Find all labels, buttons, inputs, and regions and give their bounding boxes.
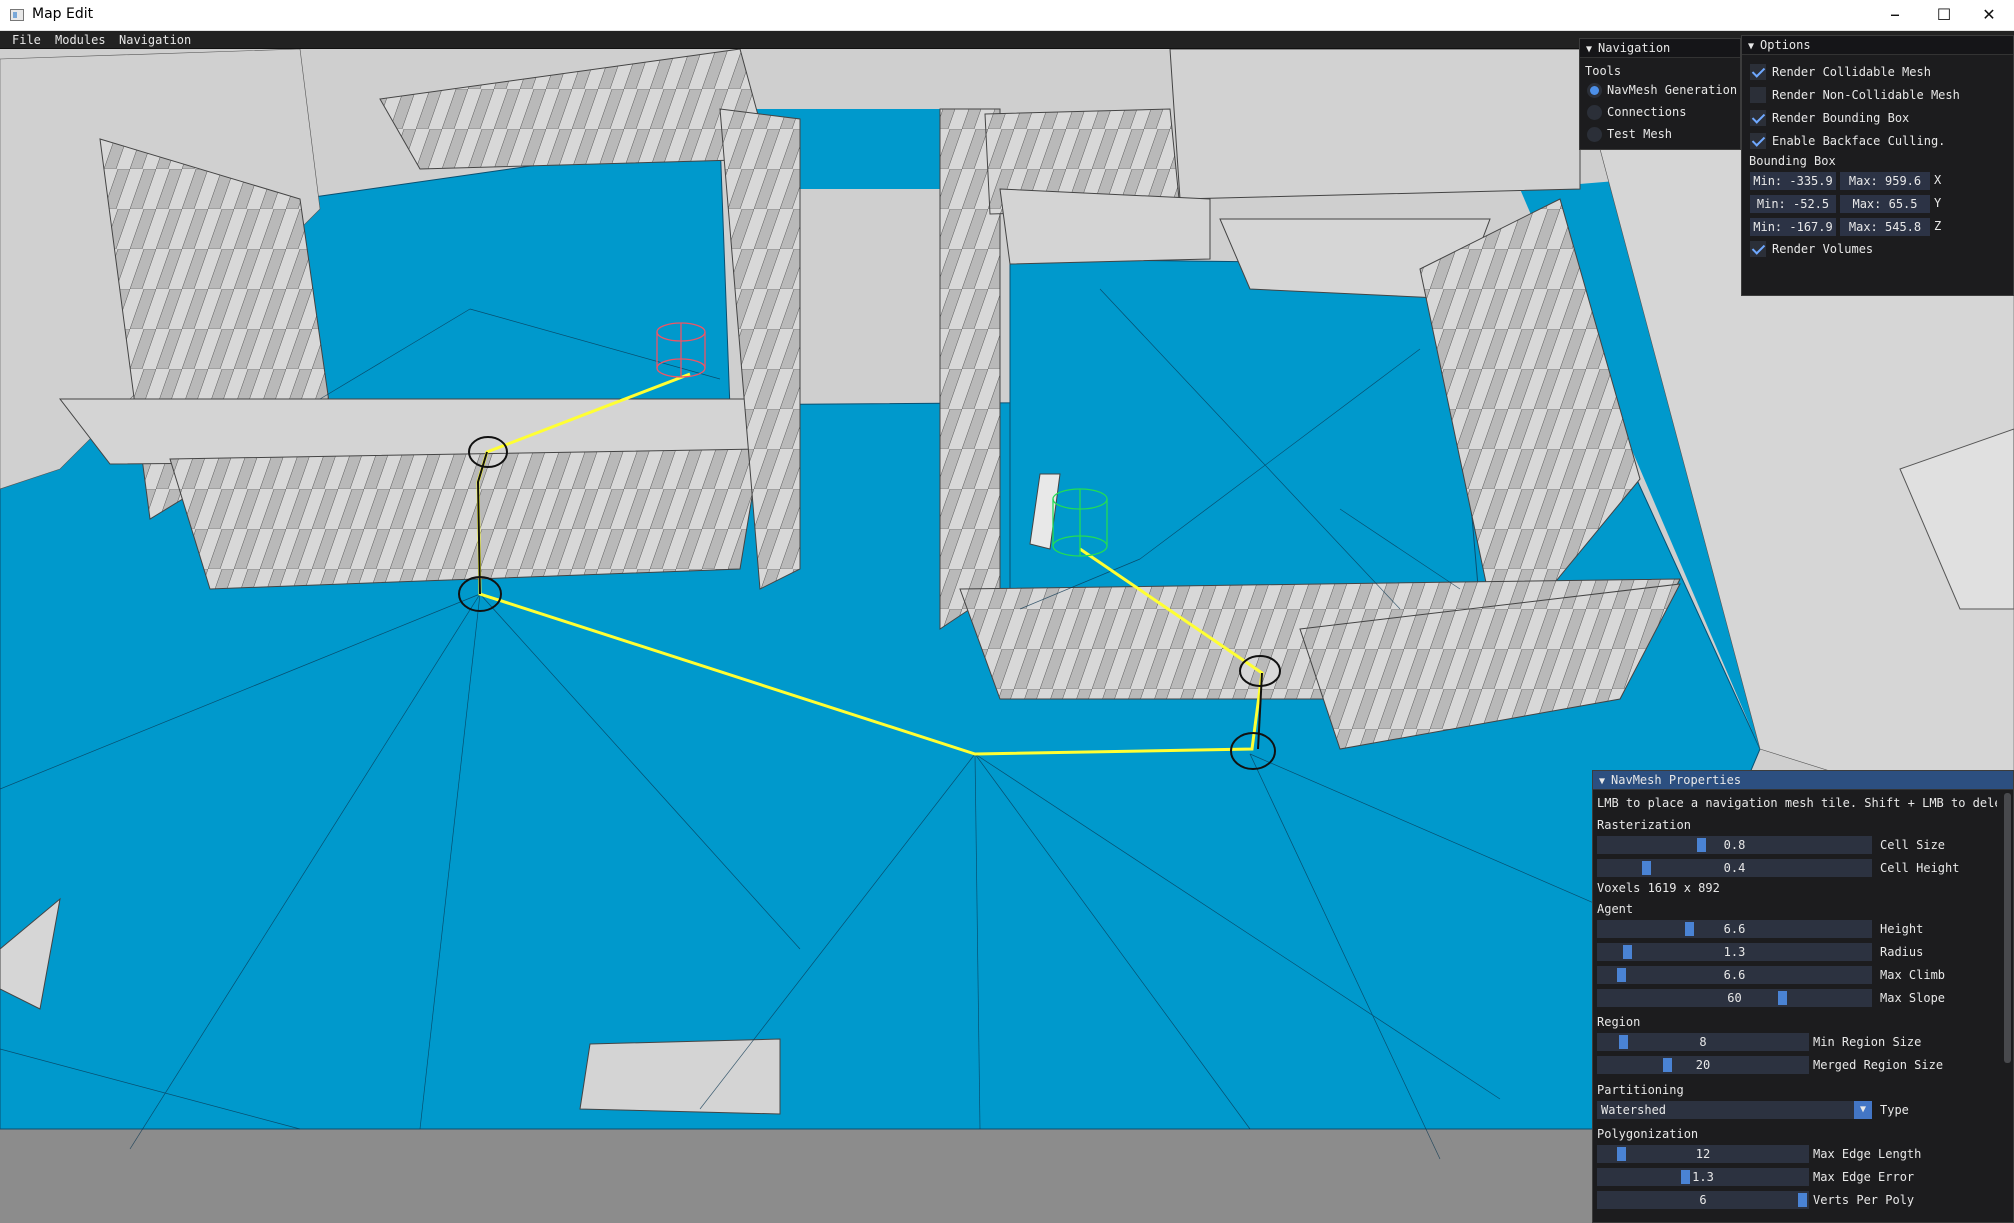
window-titlebar: Map Edit – ☐ ✕ [0,0,2014,31]
max-edge-length-slider[interactable]: 12 [1597,1145,1809,1163]
tools-label: Tools [1585,64,1622,78]
cell-height-label: Cell Height [1880,861,1960,875]
checkbox-backface-culling[interactable] [1750,133,1766,149]
cell-size-label: Cell Size [1880,838,1946,852]
verts-per-poly-slider[interactable]: 6 [1597,1191,1809,1209]
min-region-size-value: 8 [1699,1035,1707,1049]
navmesh-hint-text: LMB to place a navigation mesh tile. Shi… [1597,796,1997,810]
radio-navmesh-generation[interactable] [1587,83,1602,98]
tool-label-navmesh-generation: NavMesh Generation [1607,83,1738,97]
options-panel: ▼ Options Render Collidable Mesh Render N… [1741,35,2014,296]
agent-radius-label: Radius [1880,945,1924,959]
max-climb-slider[interactable]: 6.6 [1597,966,1872,984]
max-edge-error-value: 1.3 [1692,1170,1714,1184]
agent-radius-value: 1.3 [1723,945,1746,959]
axis-label-y: Y [1934,196,1942,210]
label-render-bounding-box: Render Bounding Box [1772,111,1910,125]
bounding-box-label: Bounding Box [1749,154,1836,168]
bbox-min-y-field[interactable]: Min: -52.5 [1750,195,1836,213]
checkbox-render-volumes[interactable] [1750,241,1766,257]
verts-per-poly-label: Verts Per Poly [1813,1193,1915,1207]
partitioning-type-value: Watershed [1601,1103,1667,1117]
bbox-min-z-field[interactable]: Min: -167.9 [1750,218,1836,236]
partitioning-type-dropdown[interactable]: Watershed ▼ [1597,1101,1872,1119]
bbox-max-x-field[interactable]: Max: 959.6 [1840,172,1930,190]
max-edge-error-slider[interactable]: 1.3 [1597,1168,1809,1186]
rasterization-label: Rasterization [1597,818,1691,832]
checkbox-render-non-collidable-mesh[interactable] [1750,87,1766,103]
axis-label-z: Z [1934,219,1942,233]
max-climb-label: Max Climb [1880,968,1946,982]
axis-label-x: X [1934,173,1942,187]
checkbox-render-collidable-mesh[interactable] [1750,64,1766,80]
collapse-arrow-icon[interactable]: ▼ [1748,37,1754,56]
cell-size-value: 0.8 [1723,838,1746,852]
label-backface-culling: Enable Backface Culling. [1772,134,1946,148]
agent-height-slider[interactable]: 6.6 [1597,920,1872,938]
label-render-volumes: Render Volumes [1772,242,1874,256]
checkbox-render-bounding-box[interactable] [1750,110,1766,126]
max-slope-label: Max Slope [1880,991,1946,1005]
app-icon [10,9,24,21]
menu-file[interactable]: File [12,33,41,47]
min-region-size-slider[interactable]: 8 [1597,1033,1809,1051]
max-slope-value: 60 [1727,991,1742,1005]
minimize-button[interactable]: – [1872,0,1918,31]
tool-label-test-mesh: Test Mesh [1607,127,1673,141]
cell-height-value: 0.4 [1723,861,1746,875]
merged-region-size-value: 20 [1695,1058,1711,1072]
chevron-down-icon[interactable]: ▼ [1854,1101,1872,1119]
label-render-non-collidable-mesh: Render Non-Collidable Mesh [1772,88,1960,102]
navigation-panel-title-text: Navigation [1598,41,1671,55]
navmesh-properties-panel: ▼ NavMesh Properties LMB to place a navig… [1592,770,2014,1223]
radio-connections[interactable] [1587,105,1602,120]
max-climb-value: 6.6 [1723,968,1746,982]
cell-height-slider[interactable]: 0.4 [1597,859,1872,877]
max-edge-length-value: 12 [1695,1147,1711,1161]
agent-label: Agent [1597,902,1634,916]
maximize-button[interactable]: ☐ [1921,0,1967,31]
label-render-collidable-mesh: Render Collidable Mesh [1772,65,1931,79]
partitioning-label: Partitioning [1597,1083,1684,1097]
options-panel-title-text: Options [1760,38,1811,52]
voxels-readout: Voxels 1619 x 892 [1597,881,1720,895]
max-slope-slider[interactable]: 60 [1597,989,1872,1007]
window-title: Map Edit [32,6,94,22]
cell-size-slider[interactable]: 0.8 [1597,836,1872,854]
collapse-arrow-icon[interactable]: ▼ [1599,772,1605,791]
verts-per-poly-value: 6 [1699,1193,1707,1207]
close-button[interactable]: ✕ [1966,0,2012,31]
navmesh-properties-title-text: NavMesh Properties [1611,773,1742,787]
panel-scrollbar[interactable] [2004,793,2011,1063]
collapse-arrow-icon[interactable]: ▼ [1586,40,1592,59]
partitioning-type-label: Type [1880,1103,1909,1117]
bbox-max-y-field[interactable]: Max: 65.5 [1840,195,1930,213]
agent-height-value: 6.6 [1723,922,1746,936]
merged-region-size-slider[interactable]: 20 [1597,1056,1809,1074]
bbox-min-x-field[interactable]: Min: -335.9 [1750,172,1836,190]
min-region-size-label: Min Region Size [1813,1035,1922,1049]
menu-modules[interactable]: Modules [55,33,106,47]
menu-navigation[interactable]: Navigation [119,33,191,47]
merged-region-size-label: Merged Region Size [1813,1058,1944,1072]
tool-label-connections: Connections [1607,105,1687,119]
navmesh-properties-title[interactable]: ▼ NavMesh Properties [1593,771,2013,790]
radio-test-mesh[interactable] [1587,127,1602,142]
options-panel-title[interactable]: ▼ Options [1742,36,2013,55]
agent-radius-slider[interactable]: 1.3 [1597,943,1872,961]
max-edge-error-label: Max Edge Error [1813,1170,1915,1184]
max-edge-length-label: Max Edge Length [1813,1147,1922,1161]
bbox-max-z-field[interactable]: Max: 545.8 [1840,218,1930,236]
navigation-panel-title[interactable]: ▼ Navigation [1580,39,1740,58]
region-label: Region [1597,1015,1641,1029]
polygonization-label: Polygonization [1597,1127,1699,1141]
agent-height-label: Height [1880,922,1924,936]
navigation-panel: ▼ Navigation Tools NavMesh Generation Con… [1579,38,1741,150]
